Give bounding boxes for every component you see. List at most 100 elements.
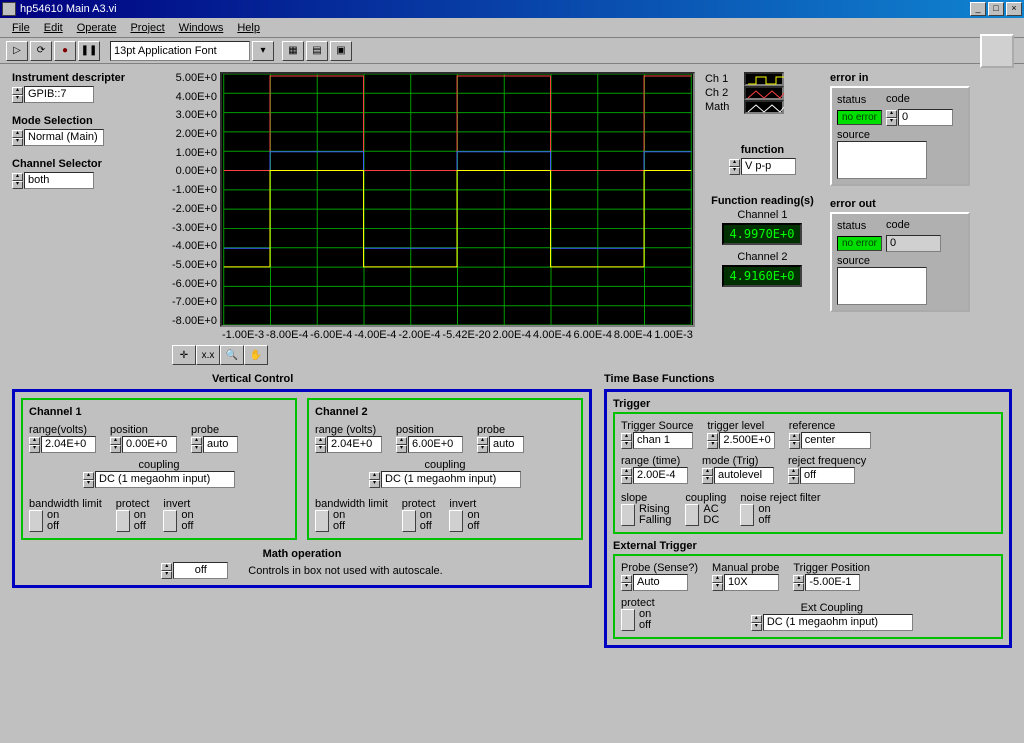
ch2-range[interactable]: ▴▾2.04E+0: [315, 436, 382, 453]
errout-title: error out: [830, 198, 970, 210]
legend-panel: Ch 1 Ch 2 Math function ▴▾ V p-p Functio…: [705, 72, 820, 341]
function-value[interactable]: V p-p: [741, 158, 796, 175]
toolbar: ▷ ⟳ ● ❚❚ 13pt Application Font ▾ ▦ ▤ ▣: [0, 38, 1024, 64]
legend-ch1-label: Ch 1: [705, 73, 740, 85]
trigger-slope[interactable]: RisingFalling: [621, 504, 671, 526]
legend-ch2-label: Ch 2: [705, 87, 740, 99]
abort-button[interactable]: ●: [54, 41, 76, 61]
font-selector[interactable]: 13pt Application Font: [110, 41, 250, 61]
zoom-tool[interactable]: 🔍: [220, 345, 244, 365]
ext-trigger-panel: Probe (Sense?)▴▾Auto Manual probe▴▾10X T…: [613, 554, 1003, 639]
pause-button[interactable]: ❚❚: [78, 41, 100, 61]
error-in: statusno error code ▴▾0 source: [830, 86, 970, 186]
errout-code: 0: [886, 235, 941, 252]
ch2-position[interactable]: ▴▾6.00E+0: [396, 436, 463, 453]
errin-status: no error: [837, 110, 882, 125]
instr-up[interactable]: ▴: [12, 87, 23, 95]
chan-label: Channel Selector: [12, 158, 162, 170]
vertical-panel: Channel 1 range(volts)▴▾2.04E+0 position…: [12, 389, 592, 588]
ch1-invert-switch[interactable]: onoff: [163, 510, 193, 532]
readings-ch2-label: Channel 2: [705, 251, 820, 263]
trigger-source[interactable]: ▴▾chan 1: [621, 432, 693, 449]
readings-ch1: 4.9970E+0: [722, 223, 802, 245]
ext-probe[interactable]: ▴▾Auto: [621, 574, 688, 591]
ch2-protect-switch[interactable]: onoff: [402, 510, 432, 532]
function-field[interactable]: ▴▾ V p-p: [705, 158, 820, 175]
ext-manual[interactable]: ▴▾10X: [712, 574, 779, 591]
menu-windows[interactable]: Windows: [173, 20, 230, 36]
legend-math-label: Math: [705, 101, 740, 113]
menu-edit[interactable]: Edit: [38, 20, 69, 36]
instr-down[interactable]: ▾: [12, 95, 23, 103]
run-cont-button[interactable]: ⟳: [30, 41, 52, 61]
maximize-button[interactable]: □: [988, 2, 1004, 16]
window-title: hp54610 Main A3.vi: [20, 3, 968, 15]
cursor-tool[interactable]: ✛: [172, 345, 196, 365]
app-icon: [2, 2, 16, 16]
mode-label: Mode Selection: [12, 115, 162, 127]
readings-title: Function reading(s): [705, 195, 820, 207]
error-panel: error in statusno error code ▴▾0 source …: [830, 72, 970, 341]
ch2-bw-switch[interactable]: onoff: [315, 510, 345, 532]
math-op[interactable]: ▴▾off: [161, 562, 228, 579]
chan-field[interactable]: ▴▾ both: [12, 172, 162, 189]
trigger-mode[interactable]: ▴▾autolevel: [702, 467, 774, 484]
errin-code[interactable]: 0: [898, 109, 953, 126]
errin-source[interactable]: [837, 141, 927, 179]
x-axis: -1.00E-3-8.00E-4-6.00E-4-4.00E-4-2.00E-4…: [220, 329, 695, 341]
instr-field[interactable]: ▴▾ GPIB::7: [12, 86, 162, 103]
legend-math-swatch: [744, 100, 784, 114]
trigger-level[interactable]: ▴▾2.500E+0: [707, 432, 774, 449]
trigger-coupling[interactable]: ACDC: [685, 504, 719, 526]
ch2-probe[interactable]: ▴▾auto: [477, 436, 524, 453]
timebase-panel: Trigger Trigger Source▴▾chan 1 trigger l…: [604, 389, 1012, 648]
ch1-bw-switch[interactable]: onoff: [29, 510, 59, 532]
mode-field[interactable]: ▴▾ Normal (Main): [12, 129, 162, 146]
ext-coupling[interactable]: ▴▾DC (1 megaohm input): [751, 614, 913, 631]
ch1-probe[interactable]: ▴▾auto: [191, 436, 238, 453]
vertical-title: Vertical Control: [212, 373, 592, 385]
menu-file[interactable]: File: [6, 20, 36, 36]
trigger-nrf[interactable]: onoff: [740, 504, 770, 526]
run-button[interactable]: ▷: [6, 41, 28, 61]
ch1-protect-switch[interactable]: onoff: [116, 510, 146, 532]
ch2-panel: Channel 2 range (volts)▴▾2.04E+0 positio…: [307, 398, 583, 540]
error-out: statusno error code 0 source: [830, 212, 970, 312]
ch2-coupling[interactable]: ▴▾DC (1 megaohm input): [315, 471, 575, 488]
menu-project[interactable]: Project: [124, 20, 170, 36]
trigger-ref[interactable]: ▴▾center: [789, 432, 871, 449]
readings-ch2: 4.9160E+0: [722, 265, 802, 287]
vi-icon[interactable]: [980, 34, 1014, 68]
close-button[interactable]: ×: [1006, 2, 1022, 16]
ch1-range[interactable]: ▴▾2.04E+0: [29, 436, 96, 453]
trigger-range[interactable]: ▴▾2.00E-4: [621, 467, 688, 484]
ch1-position[interactable]: ▴▾0.00E+0: [110, 436, 177, 453]
waveform-graph[interactable]: [220, 72, 695, 327]
ext-protect[interactable]: onoff: [621, 609, 651, 631]
align-button[interactable]: ▦: [282, 41, 304, 61]
y-axis: 5.00E+04.00E+03.00E+02.00E+01.00E+00.00E…: [172, 72, 220, 327]
instr-value[interactable]: GPIB::7: [24, 86, 94, 103]
font-dropdown[interactable]: ▾: [252, 41, 274, 61]
errin-title: error in: [830, 72, 970, 84]
chan-value[interactable]: both: [24, 172, 94, 189]
errout-source: [837, 267, 927, 305]
mode-value[interactable]: Normal (Main): [24, 129, 104, 146]
menu-operate[interactable]: Operate: [71, 20, 123, 36]
function-label: function: [705, 144, 820, 156]
ch2-invert-switch[interactable]: onoff: [449, 510, 479, 532]
reorder-button[interactable]: ▣: [330, 41, 352, 61]
trigger-panel: Trigger Source▴▾chan 1 trigger level▴▾2.…: [613, 412, 1003, 534]
minimize-button[interactable]: _: [970, 2, 986, 16]
ch1-panel: Channel 1 range(volts)▴▾2.04E+0 position…: [21, 398, 297, 540]
pan-tool[interactable]: ✋: [244, 345, 268, 365]
title-bar: hp54610 Main A3.vi _ □ ×: [0, 0, 1024, 18]
readings-ch1-label: Channel 1: [705, 209, 820, 221]
distribute-button[interactable]: ▤: [306, 41, 328, 61]
legend-ch1-swatch: [744, 72, 784, 86]
trigger-rejfreq[interactable]: ▴▾off: [788, 467, 855, 484]
ext-trigpos[interactable]: ▴▾-5.00E-1: [793, 574, 860, 591]
menu-help[interactable]: Help: [231, 20, 266, 36]
xscale-tool[interactable]: x.x: [196, 345, 220, 365]
ch1-coupling[interactable]: ▴▾DC (1 megaohm input): [29, 471, 289, 488]
